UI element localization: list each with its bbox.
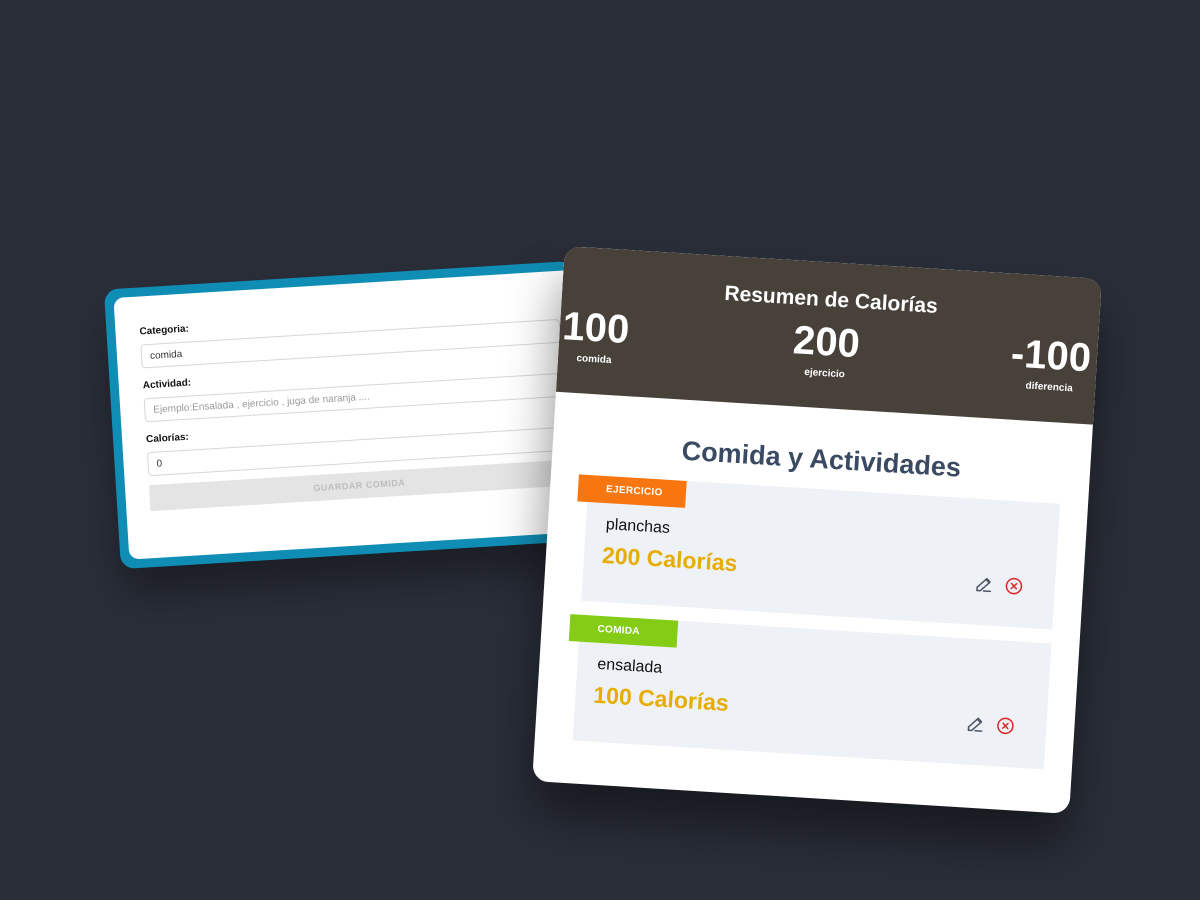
difference-label: diferencia — [1025, 380, 1074, 395]
delete-circle-icon[interactable] — [994, 714, 1017, 737]
activity-item: ensalada 100 Calorías COMIDA — [563, 614, 1052, 770]
activity-calories: 200 Calorías — [601, 541, 739, 577]
exercise-calories-value: 200 — [791, 318, 862, 367]
delete-circle-icon[interactable] — [1002, 574, 1025, 597]
activity-calories: 100 Calorías — [592, 681, 730, 716]
exercise-calories-label: ejercicio — [803, 366, 846, 381]
difference-stat: -100 diferencia — [1003, 331, 1098, 396]
edit-icon[interactable] — [964, 712, 987, 735]
activity-name: ensalada — [596, 655, 663, 677]
calorie-form: Categoria: Actividad: Calorías: GUARDAR … — [113, 269, 590, 560]
summary-header: Resumen de Calorías 100 comida 200 ejerc… — [555, 246, 1102, 425]
difference-value: -100 — [1009, 331, 1093, 381]
calorie-form-card: Categoria: Actividad: Calorías: GUARDAR … — [103, 260, 591, 570]
exercise-calories-stat: 200 ejercicio — [779, 318, 872, 382]
food-calories-stat: 100 comida — [558, 304, 633, 367]
calorie-summary-card: Resumen de Calorías 100 comida 200 ejerc… — [532, 246, 1102, 814]
activity-name: planchas — [605, 516, 671, 537]
food-calories-value: 100 — [561, 304, 631, 353]
activity-item: planchas 200 Calorías EJERCICIO — [571, 474, 1061, 630]
food-calories-label: comida — [576, 353, 612, 367]
edit-icon[interactable] — [972, 573, 995, 596]
stage: Categoria: Actividad: Calorías: GUARDAR … — [0, 0, 1200, 900]
